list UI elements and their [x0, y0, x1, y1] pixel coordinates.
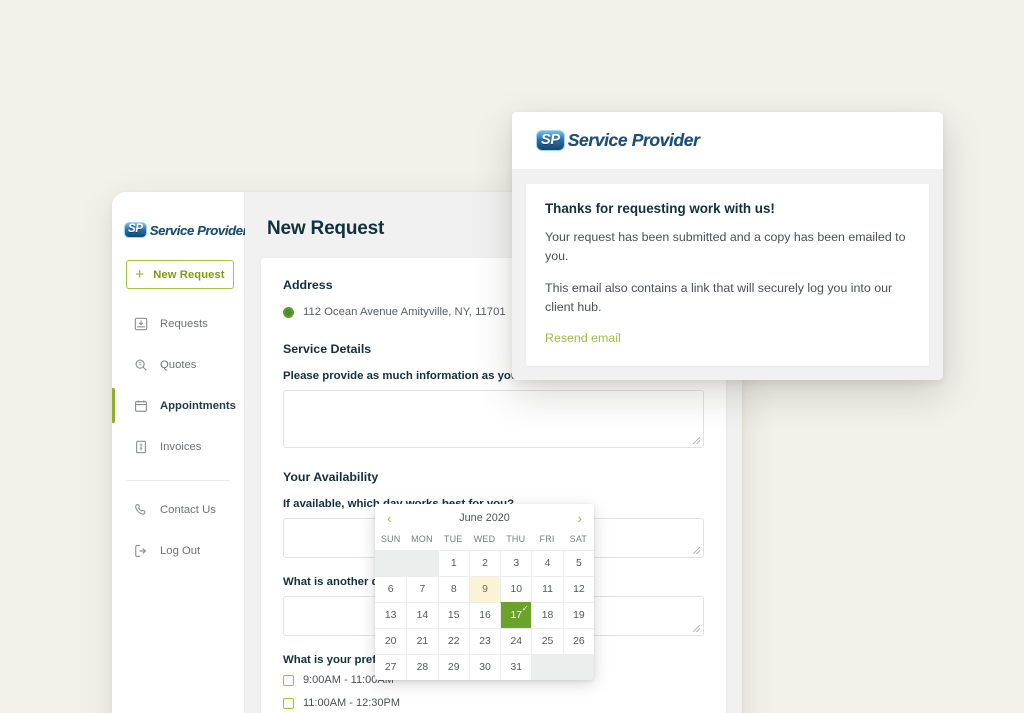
brand-name: Service Provider: [567, 130, 700, 150]
calendar-day-cell[interactable]: 30: [468, 654, 501, 680]
calendar-day-cell[interactable]: 14: [406, 602, 438, 628]
primary-nav: Requests Quotes Appointments Invoices Co…: [112, 303, 244, 571]
availability-heading: Your Availability: [283, 470, 379, 484]
calendar-grid: 1234567891011121314151617181920212223242…: [375, 550, 594, 680]
quote-magnifier-icon: [134, 358, 148, 372]
calendar-day-cell[interactable]: 2: [468, 550, 501, 576]
sidebar-item-label: Appointments: [160, 399, 236, 412]
calendar-day-cell[interactable]: 5: [562, 550, 594, 576]
calendar-day-cell[interactable]: 7: [406, 576, 438, 602]
calendar-day-cell[interactable]: 19: [562, 602, 594, 628]
new-request-button[interactable]: + New Request: [126, 260, 234, 289]
calendar-day-cell[interactable]: 11: [531, 576, 563, 602]
time-slot-label: 11:00AM - 12:30PM: [303, 697, 401, 709]
sidebar-item-requests[interactable]: Requests: [112, 303, 244, 344]
sidebar-item-label: Invoices: [160, 440, 202, 453]
logout-arrow-icon: [134, 544, 148, 558]
chevron-left-icon[interactable]: ‹: [387, 511, 392, 525]
invoice-dollar-icon: [134, 440, 148, 454]
calendar-day-cell[interactable]: 17: [500, 602, 532, 628]
calendar-dow: WED: [473, 534, 496, 544]
calendar-dow: SAT: [569, 534, 588, 544]
modal-paragraph-2: This email also contains a link that wil…: [545, 280, 893, 314]
sidebar-item-label: Requests: [160, 317, 208, 330]
modal-title: Thanks for requesting work with us!: [545, 201, 775, 216]
sidebar-item-quotes[interactable]: Quotes: [112, 344, 244, 385]
sp-badge-icon: SP: [124, 222, 147, 238]
time-slot-option[interactable]: 11:00AM - 12:30PM: [283, 697, 704, 709]
calendar-day-cell[interactable]: 9: [468, 576, 501, 602]
inbox-download-icon: [134, 317, 148, 331]
calendar-blank-cell: [375, 550, 407, 576]
sidebar-item-invoices[interactable]: Invoices: [112, 426, 244, 467]
calendar-day-headers: SUN MON TUE WED THU FRI SAT: [375, 531, 594, 550]
calendar-day-cell[interactable]: 23: [468, 628, 501, 654]
sidebar-item-appointments[interactable]: Appointments: [112, 385, 244, 426]
modal-paragraph-1: Your request has been submitted and a co…: [545, 230, 906, 263]
date-picker-popover[interactable]: ‹ June 2020 › SUN MON TUE WED THU FRI SA…: [375, 504, 594, 680]
calendar-day-cell[interactable]: 21: [406, 628, 438, 654]
calendar-day-cell[interactable]: 12: [562, 576, 594, 602]
calendar-day-cell[interactable]: 4: [531, 550, 563, 576]
modal-body: Thanks for requesting work with us! Your…: [512, 170, 943, 380]
calendar-month-label: June 2020: [459, 511, 510, 524]
calendar-dow: FRI: [539, 534, 555, 544]
new-request-label: New Request: [153, 268, 225, 281]
chevron-right-icon[interactable]: ›: [577, 511, 582, 525]
calendar-day-cell[interactable]: 24: [500, 628, 532, 654]
service-details-textarea[interactable]: [283, 390, 704, 448]
calendar-day-cell[interactable]: 25: [531, 628, 563, 654]
calendar-day-cell[interactable]: 10: [500, 576, 532, 602]
calendar-blank-cell: [562, 654, 594, 680]
calendar-day-cell[interactable]: 31: [500, 654, 532, 680]
checkbox[interactable]: [283, 674, 294, 686]
calendar-blank-cell: [531, 654, 563, 680]
confirmation-modal: SP Service Provider Thanks for requestin…: [512, 112, 943, 380]
calendar-day-cell[interactable]: 16: [468, 602, 501, 628]
calendar-dow: MON: [411, 534, 433, 544]
checkbox[interactable]: [283, 697, 294, 709]
sidebar-item-label: Log Out: [160, 544, 201, 557]
calendar-icon: [134, 399, 148, 413]
calendar-day-cell[interactable]: 27: [375, 654, 407, 680]
calendar-day-cell[interactable]: 29: [437, 654, 469, 680]
brand-name: Service Provider: [149, 222, 248, 238]
calendar-dow: SUN: [380, 534, 401, 544]
sidebar-divider: [126, 480, 230, 481]
calendar-dow: TUE: [443, 534, 463, 544]
sidebar-item-log-out[interactable]: Log Out: [112, 530, 244, 571]
sidebar: SP Service Provider + New Request Reques…: [112, 192, 248, 713]
calendar-day-cell[interactable]: 6: [375, 576, 407, 602]
modal-message-card: Thanks for requesting work with us! Your…: [526, 184, 929, 366]
sp-badge-icon: SP: [536, 130, 565, 151]
modal-brand-bar: SP Service Provider: [512, 112, 943, 170]
address-value: 112 Ocean Avenue Amityville, NY, 11701: [303, 306, 506, 318]
sidebar-item-label: Contact Us: [160, 503, 216, 516]
calendar-blank-cell: [406, 550, 438, 576]
calendar-day-cell[interactable]: 13: [375, 602, 407, 628]
calendar-day-cell[interactable]: 22: [437, 628, 469, 654]
sidebar-logo[interactable]: SP Service Provider: [112, 219, 248, 238]
calendar-dow: THU: [506, 534, 526, 544]
phone-icon: [134, 503, 148, 517]
plus-icon: +: [135, 266, 145, 283]
calendar-header: ‹ June 2020 ›: [375, 504, 594, 531]
calendar-day-cell[interactable]: 18: [531, 602, 563, 628]
calendar-day-cell[interactable]: 3: [500, 550, 532, 576]
sidebar-item-contact-us[interactable]: Contact Us: [112, 489, 244, 530]
calendar-day-cell[interactable]: 8: [437, 576, 469, 602]
resend-email-link[interactable]: Resend email: [545, 331, 621, 345]
calendar-day-cell[interactable]: 28: [406, 654, 438, 680]
sidebar-item-label: Quotes: [160, 358, 197, 371]
calendar-day-cell[interactable]: 20: [375, 628, 407, 654]
calendar-day-cell[interactable]: 1: [437, 550, 469, 576]
calendar-day-cell[interactable]: 26: [562, 628, 594, 654]
location-dot-icon: [283, 306, 294, 318]
calendar-day-cell[interactable]: 15: [437, 602, 469, 628]
